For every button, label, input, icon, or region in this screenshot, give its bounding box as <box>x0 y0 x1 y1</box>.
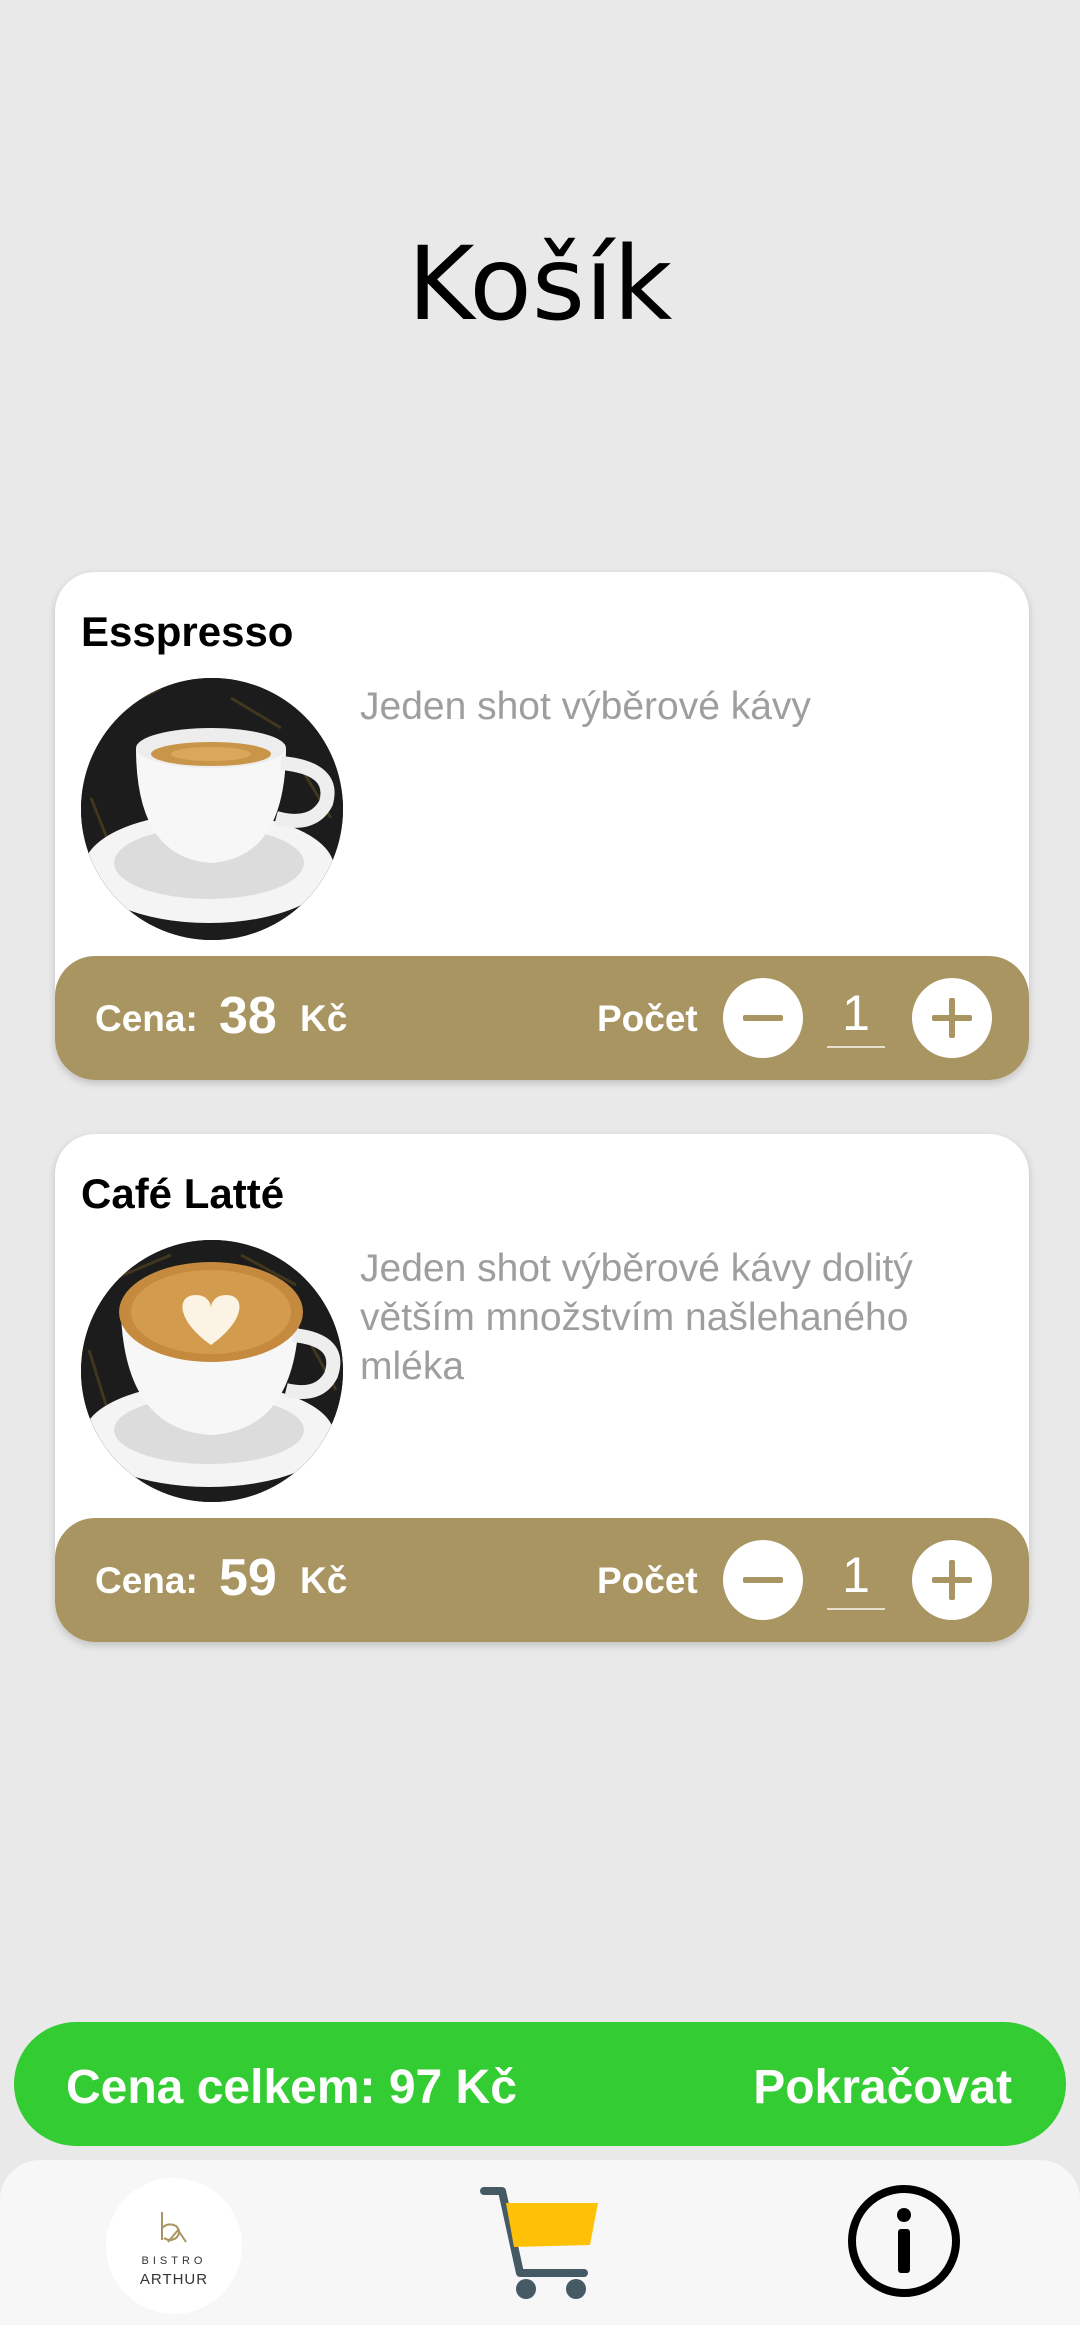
logo-mark-icon <box>161 2212 187 2243</box>
quantity-value[interactable]: 1 <box>827 984 885 1048</box>
product-name: Esspresso <box>81 608 294 655</box>
decrease-quantity-button[interactable] <box>723 978 803 1058</box>
total-price: Cena celkem: 97 Kč <box>66 2061 517 2114</box>
price-value: 59 <box>219 1549 277 1607</box>
page-title: Košík <box>407 225 673 344</box>
increase-quantity-button[interactable] <box>912 978 992 1058</box>
latte-cup-photo <box>81 1240 343 1502</box>
minus-icon <box>743 1577 783 1583</box>
logo-text-arthur: ARTHUR <box>139 2271 209 2288</box>
info-nav-button[interactable] <box>846 2183 962 2299</box>
quantity-label: Počet <box>597 1560 698 1601</box>
plus-icon <box>932 998 972 1038</box>
increase-quantity-button[interactable] <box>912 1540 992 1620</box>
price-label: Cena: <box>95 1560 198 1601</box>
product-name: Café Latté <box>81 1170 285 1217</box>
latte-photo <box>81 1240 343 1502</box>
espresso-photo <box>81 678 343 940</box>
bottom-navigation: BISTRO ARTHUR <box>0 2160 1080 2325</box>
cart-icon <box>480 2187 598 2299</box>
price-bar: Cena: 59 Kč Počet 1 <box>55 1518 1029 1642</box>
price-bar: Cena: 38 Kč Počet 1 <box>55 956 1029 1080</box>
decrease-quantity-button[interactable] <box>723 1540 803 1620</box>
continue-button[interactable]: Pokračovat <box>753 2060 1012 2115</box>
bistro-arthur-logo[interactable]: BISTRO ARTHUR <box>106 2178 242 2314</box>
price-value: 38 <box>219 987 277 1045</box>
plus-icon <box>932 1560 972 1600</box>
quantity-value[interactable]: 1 <box>827 1546 885 1610</box>
price-label: Cena: <box>95 998 198 1039</box>
product-description: Jeden shot výběrové kávy <box>360 685 811 728</box>
quantity-label: Počet <box>597 998 698 1039</box>
cart-item-card: Café Latté Jeden shot výběrové kávy doli… <box>55 1134 1029 1642</box>
info-icon <box>848 2185 960 2297</box>
price-currency: Kč <box>300 998 348 1039</box>
cart-item-card: Esspresso Jeden shot výběrové kávy Cena:… <box>55 572 1029 1080</box>
product-description: Jeden shot výběrové kávy dolitý větším m… <box>360 1247 913 1388</box>
espresso-cup-photo <box>81 678 343 940</box>
cart-nav-button[interactable] <box>480 2185 602 2301</box>
logo-text-bistro: BISTRO <box>141 2255 207 2267</box>
price-currency: Kč <box>300 1560 348 1601</box>
minus-icon <box>743 1015 783 1021</box>
checkout-bar[interactable]: Cena celkem: 97 Kč Pokračovat <box>14 2022 1066 2146</box>
